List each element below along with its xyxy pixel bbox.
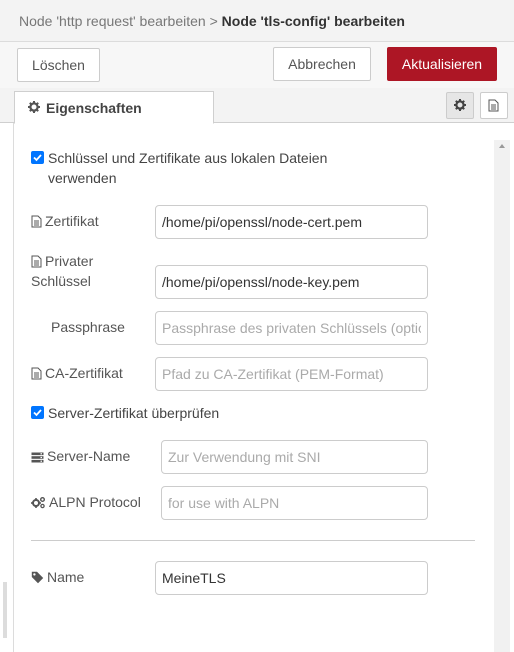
dialog-toolbar: Löschen Abbrechen Aktualisieren [0, 42, 514, 88]
node-description-button[interactable] [480, 92, 508, 119]
breadcrumb: Node 'http request' bearbeiten > Node 't… [19, 13, 405, 29]
file-icon [488, 99, 499, 112]
gear-icon [28, 101, 40, 113]
server-icon [31, 452, 44, 463]
cancel-button[interactable]: Abbrechen [273, 47, 371, 81]
check-icon [33, 154, 42, 162]
check-icon [33, 409, 42, 417]
certificate-label: Zertifikat [31, 211, 99, 231]
passphrase-label: Passphrase [51, 319, 125, 335]
ca-certificate-label-text: CA-Zertifikat [45, 365, 123, 381]
file-icon [31, 255, 42, 268]
scroll-up-arrow-icon[interactable] [499, 144, 505, 148]
certificate-input[interactable] [155, 205, 428, 239]
breadcrumb-separator: > [209, 13, 218, 29]
dialog-titlebar: Node 'http request' bearbeiten > Node 't… [0, 0, 514, 42]
delete-button[interactable]: Löschen [17, 48, 100, 82]
certificate-label-text: Zertifikat [45, 213, 99, 229]
passphrase-input[interactable] [155, 311, 428, 345]
private-key-input[interactable] [155, 265, 428, 299]
private-key-label: Privater [31, 251, 93, 271]
name-input[interactable] [155, 561, 428, 595]
breadcrumb-current: Node 'tls-config' bearbeiten [221, 13, 405, 29]
panel-scrollbar[interactable] [494, 140, 510, 652]
server-name-label: Server-Name [31, 446, 130, 466]
ca-certificate-input[interactable] [155, 357, 428, 391]
server-name-label-text: Server-Name [47, 448, 131, 464]
file-icon [31, 215, 42, 228]
server-name-input[interactable] [161, 440, 428, 474]
alpn-input[interactable] [161, 486, 428, 520]
file-icon [31, 367, 42, 380]
tab-properties-label: Eigenschaften [46, 100, 142, 116]
alpn-label-text: ALPN Protocol [49, 494, 141, 510]
update-button[interactable]: Aktualisieren [387, 47, 497, 81]
node-properties-button[interactable] [446, 92, 474, 119]
gear-icon [454, 99, 466, 111]
private-key-label-line2: Schlüssel [31, 273, 91, 289]
section-divider [31, 540, 475, 541]
alpn-label: ALPN Protocol [31, 492, 141, 512]
use-local-files-label: Schlüssel und Zertifikate aus lokalen Da… [48, 150, 328, 166]
tag-icon [31, 571, 44, 584]
use-local-files-checkbox[interactable] [31, 151, 44, 164]
name-label-text: Name [47, 569, 85, 585]
verify-server-cert-label: Server-Zertifikat überprüfen [48, 405, 220, 421]
name-label: Name [31, 567, 84, 587]
left-scroll-strip [3, 582, 7, 638]
tab-properties[interactable]: Eigenschaften [14, 91, 214, 124]
breadcrumb-parent-link[interactable]: Node 'http request' bearbeiten [19, 13, 206, 29]
tab-bar: Eigenschaften [0, 88, 514, 124]
use-local-files-label-cont: verwenden [48, 170, 117, 186]
verify-server-cert-checkbox[interactable] [31, 406, 44, 419]
gears-icon [31, 497, 45, 509]
ca-certificate-label: CA-Zertifikat [31, 363, 123, 383]
private-key-label-line1: Privater [45, 253, 94, 269]
